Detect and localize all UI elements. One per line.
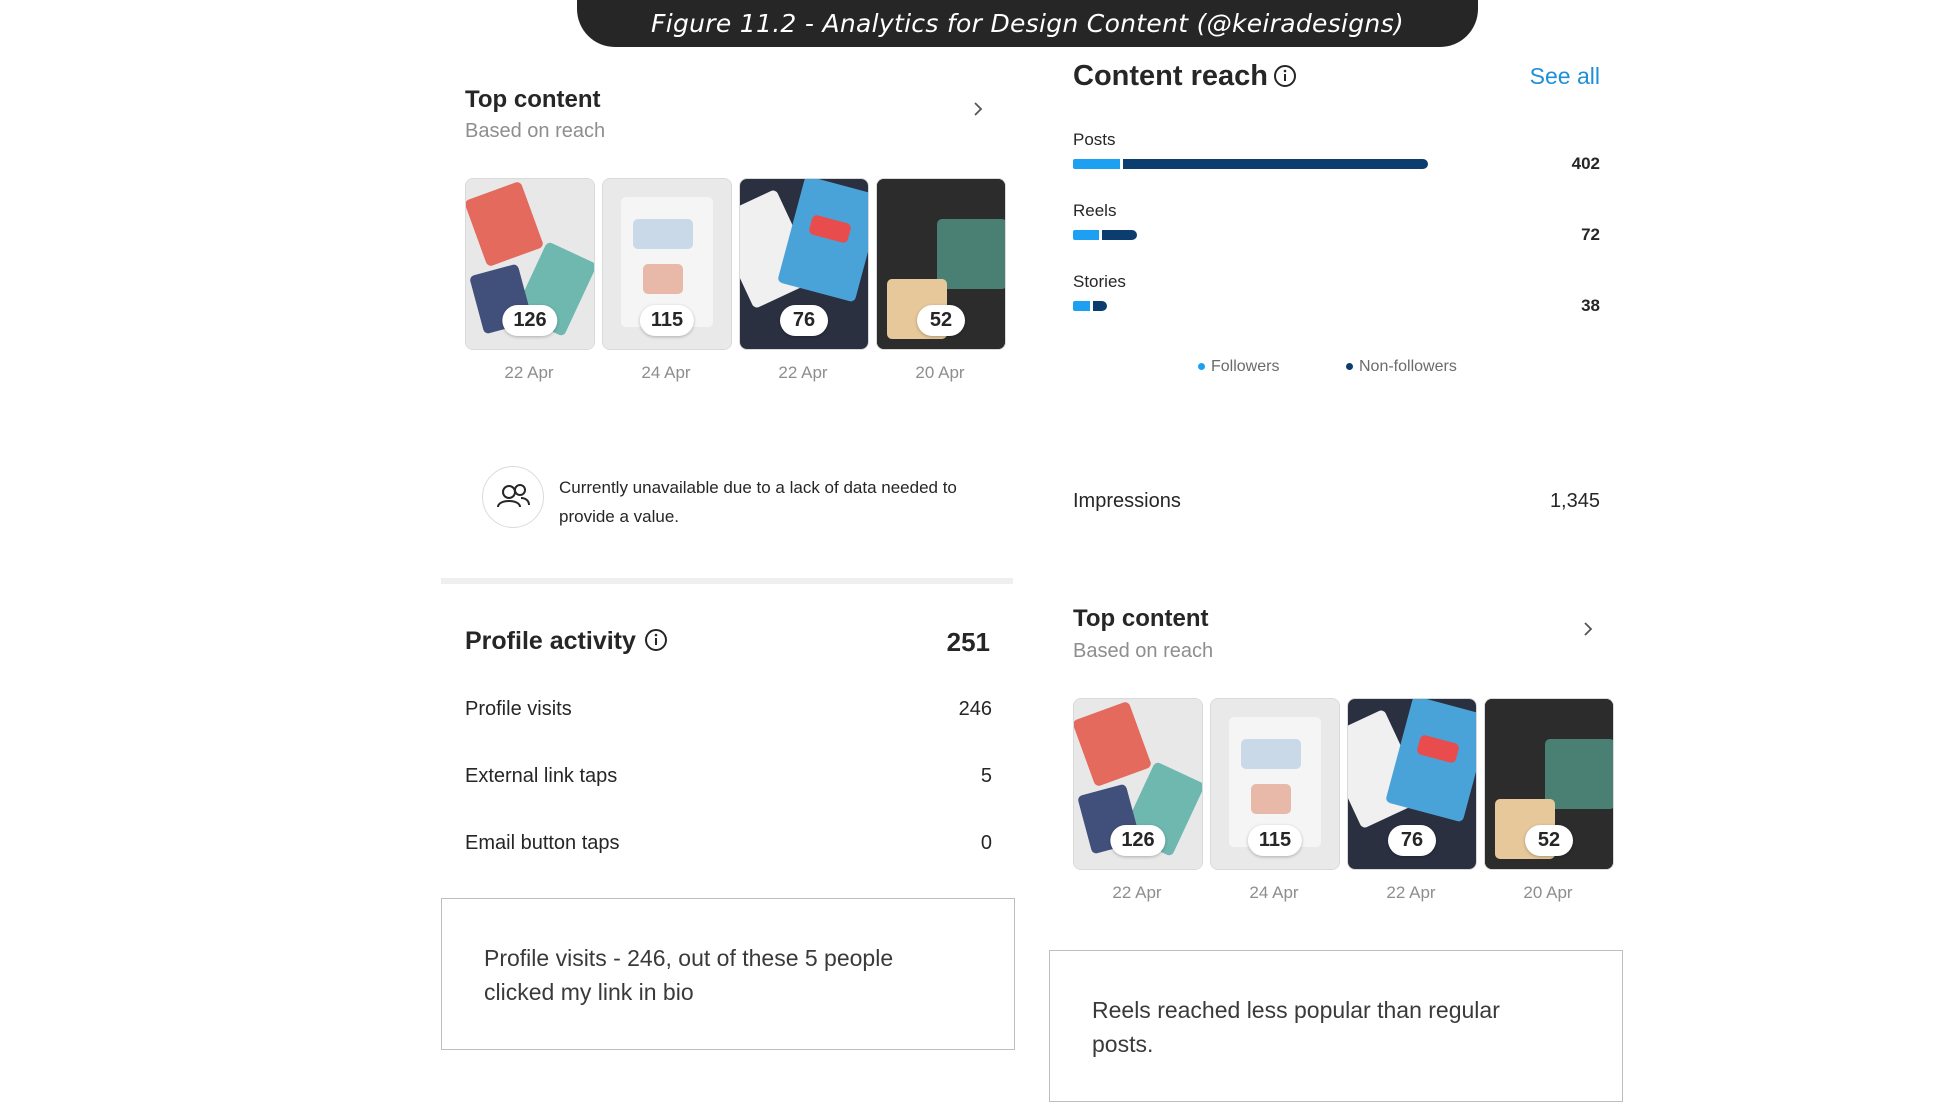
reach-count-badge: 115: [1247, 825, 1303, 856]
info-icon[interactable]: [1273, 64, 1297, 88]
post-thumbnail[interactable]: 76: [1347, 698, 1477, 870]
unavailable-line-1: Currently unavailable due to a lack of d…: [559, 478, 957, 497]
activity-row-label: Profile visits: [465, 698, 572, 720]
legend-non-followers: Non-followers: [1346, 358, 1457, 376]
post-thumbnail[interactable]: 52: [876, 178, 1006, 350]
activity-row-value: 5: [980, 765, 992, 787]
note-left-line-2: clicked my link in bio: [484, 979, 694, 1005]
reach-count-badge: 52: [917, 305, 965, 336]
reach-bar: [1073, 159, 1428, 169]
info-icon[interactable]: [644, 628, 668, 652]
reach-bar-non-followers-segment: [1122, 159, 1428, 169]
legend-followers-label: Followers: [1211, 358, 1280, 375]
note-left-line-1: Profile visits - 246, out of these 5 peo…: [484, 945, 894, 971]
profile-activity-title: Profile activity: [465, 627, 636, 655]
post-thumbnail[interactable]: 115: [1210, 698, 1340, 870]
reach-bar-value: 402: [1571, 154, 1600, 173]
people-icon-circle: [482, 466, 544, 528]
figure-caption-bar: Figure 11.2 - Analytics for Design Conte…: [577, 0, 1478, 47]
reach-count-badge: 76: [780, 305, 828, 336]
note-right-line-1: Reels reached less popular than regular: [1092, 997, 1500, 1023]
chevron-right-icon[interactable]: [970, 101, 986, 117]
post-date: 24 Apr: [1249, 883, 1299, 902]
reach-bar-label: Stories: [1073, 272, 1126, 291]
note-box-right: Reels reached less popular than regular …: [1049, 950, 1623, 1102]
reach-bar-followers-segment: [1073, 230, 1099, 240]
post-date: 22 Apr: [504, 363, 554, 382]
post-date: 22 Apr: [1386, 883, 1436, 902]
note-right-line-2: posts.: [1092, 1031, 1154, 1057]
chevron-right-icon[interactable]: [1580, 621, 1596, 637]
unavailable-line-2: provide a value.: [559, 507, 680, 526]
legend-non-followers-dot: [1346, 363, 1353, 371]
reach-bar-followers-segment: [1073, 301, 1090, 311]
top-content-title-right: Top content: [1073, 605, 1209, 632]
reach-count-badge: 126: [1110, 825, 1166, 856]
reach-bar-label: Reels: [1073, 201, 1117, 220]
people-icon: [497, 484, 530, 508]
activity-row-label: Email button taps: [465, 832, 620, 854]
post-date: 24 Apr: [641, 363, 691, 382]
activity-row-value: 0: [980, 832, 992, 854]
note-box-left: Profile visits - 246, out of these 5 peo…: [441, 898, 1015, 1050]
reach-bar-non-followers-segment: [1101, 230, 1137, 240]
unavailable-message: Currently unavailable due to a lack of d…: [559, 473, 957, 531]
post-thumbnail[interactable]: 126: [1073, 698, 1203, 870]
post-date: 22 Apr: [778, 363, 828, 382]
reach-bar-followers-segment: [1073, 159, 1120, 169]
see-all-link[interactable]: See all: [1500, 63, 1600, 90]
reach-bar-non-followers-segment: [1092, 301, 1107, 311]
post-date: 20 Apr: [915, 363, 965, 382]
top-content-subtitle: Based on reach: [465, 120, 606, 142]
top-content-subtitle-right: Based on reach: [1073, 640, 1214, 662]
post-thumbnail[interactable]: 126: [465, 178, 595, 350]
post-thumbnail[interactable]: 76: [739, 178, 869, 350]
reach-count-badge: 115: [639, 305, 695, 336]
reach-bar-label: Posts: [1073, 130, 1116, 149]
reach-bar-value: 72: [1581, 225, 1600, 244]
activity-row-value: 246: [958, 698, 992, 720]
legend-followers-dot: [1198, 363, 1205, 371]
reach-bar: [1073, 230, 1137, 240]
reach-count-badge: 76: [1388, 825, 1436, 856]
top-content-title: Top content: [465, 86, 601, 113]
post-thumbnail[interactable]: 52: [1484, 698, 1614, 870]
profile-activity-total: 251: [946, 627, 990, 657]
reach-count-badge: 126: [502, 305, 558, 336]
reach-bar: [1073, 301, 1107, 311]
activity-row-label: External link taps: [465, 765, 618, 787]
post-thumbnail[interactable]: 115: [602, 178, 732, 350]
impressions-label: Impressions: [1073, 490, 1181, 512]
post-date: 20 Apr: [1523, 883, 1573, 902]
impressions-value: 1,345: [1549, 490, 1600, 512]
reach-count-badge: 52: [1525, 825, 1573, 856]
post-date: 22 Apr: [1112, 883, 1162, 902]
content-reach-title: Content reach: [1073, 60, 1268, 92]
reach-bar-value: 38: [1581, 296, 1600, 315]
legend-followers: Followers: [1198, 358, 1279, 376]
section-divider: [441, 578, 1013, 584]
legend-non-followers-label: Non-followers: [1359, 358, 1457, 375]
figure-caption: Figure 11.2 - Analytics for Design Conte…: [651, 9, 1404, 38]
